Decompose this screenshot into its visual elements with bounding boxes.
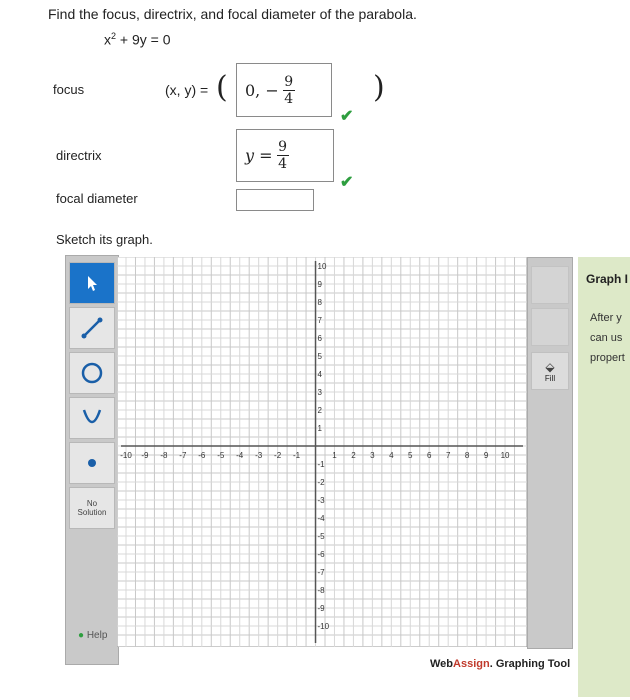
focus-answer-box[interactable]: 0, − 94	[236, 63, 332, 117]
focus-check-icon: ✔	[340, 108, 354, 125]
trash-tool-button[interactable]	[531, 308, 569, 346]
x-tick-label: 10	[501, 451, 510, 460]
x-tick-label: -4	[236, 451, 244, 460]
y-tick-label: 9	[318, 280, 323, 289]
no-solution-line2: Solution	[77, 508, 107, 517]
fill-label: Fill	[544, 373, 556, 383]
no-solution-line1: No	[86, 499, 98, 508]
directrix-answer-box[interactable]: y = 94	[236, 129, 334, 182]
x-tick-label: 3	[370, 451, 375, 460]
y-tick-label: -9	[318, 604, 326, 613]
focus-open-paren: (	[216, 70, 228, 105]
point-tool-button[interactable]	[69, 442, 115, 484]
y-tick-label: 5	[318, 352, 323, 361]
directrix-check-icon: ✔	[340, 174, 354, 191]
line-tool-button[interactable]	[69, 307, 115, 349]
parabola-equation: x2 + 9y = 0	[104, 31, 171, 48]
help-icon: ●	[78, 630, 85, 641]
y-tick-label: 6	[318, 334, 323, 343]
x-tick-label: -10	[120, 451, 132, 460]
line-icon	[81, 317, 103, 339]
x-tick-label: 6	[427, 451, 432, 460]
graph-toolbar: No Solution	[65, 255, 119, 665]
y-tick-label: -7	[318, 568, 326, 577]
question-prompt: Find the focus, directrix, and focal dia…	[48, 6, 417, 22]
y-tick-label: -10	[318, 622, 330, 631]
coordinate-graph[interactable]: -10 -9 -8 -7 -6 -5 -4 -3 -2 -1 1 2 3 4 5 6 7 8 9 10 10 9 8 7 6 5 4…	[117, 257, 527, 647]
x-tick-label: -2	[274, 451, 282, 460]
parabola-tool-button[interactable]	[69, 397, 115, 439]
x-tick-label: -7	[179, 451, 187, 460]
x-tick-label: 9	[484, 451, 489, 460]
x-tick-label: 8	[465, 451, 470, 460]
sketch-label: Sketch its graph.	[56, 232, 153, 247]
y-tick-label: 4	[318, 370, 323, 379]
circle-icon	[81, 362, 103, 384]
x-tick-label: -9	[141, 451, 149, 460]
graph-right-toolbar: ⬙ Fill	[527, 257, 573, 649]
directrix-answer: y = 94	[245, 139, 289, 172]
y-tick-label: -4	[318, 514, 326, 523]
y-tick-label: -6	[318, 550, 326, 559]
focal-diameter-label: focal diameter	[56, 191, 138, 206]
y-tick-label: 3	[318, 388, 323, 397]
x-tick-label: 2	[351, 451, 356, 460]
y-tick-label: 7	[318, 316, 323, 325]
pointer-icon	[88, 276, 97, 291]
fill-icon: ⬙	[545, 359, 555, 374]
pointer-tool-button[interactable]	[69, 262, 115, 304]
focus-label: focus	[53, 82, 85, 97]
y-tick-label: -3	[318, 496, 326, 505]
no-solution-button[interactable]: No Solution	[69, 487, 115, 529]
x-tick-label: -5	[217, 451, 225, 460]
focus-answer: 0, − 94	[245, 74, 295, 107]
point-icon	[88, 459, 96, 467]
zoom-tool-button[interactable]	[531, 266, 569, 304]
y-tick-label: -8	[318, 586, 326, 595]
y-tick-label: -5	[318, 532, 326, 541]
y-tick-label: 8	[318, 298, 323, 307]
y-tick-label: 2	[318, 406, 323, 415]
y-tick-label: 10	[318, 262, 327, 271]
x-tick-label: -6	[198, 451, 206, 460]
x-tick-label: 7	[446, 451, 451, 460]
fill-tool-button[interactable]: ⬙ Fill	[531, 352, 569, 390]
help-label: Help	[86, 630, 108, 641]
graph-info-line: propert	[590, 352, 625, 364]
x-tick-label: -3	[255, 451, 263, 460]
x-tick-label: -8	[160, 451, 168, 460]
x-tick-label: 1	[332, 451, 337, 460]
directrix-label: directrix	[56, 148, 102, 163]
help-link[interactable]: ● Help	[78, 630, 107, 641]
y-tick-label: -2	[318, 478, 326, 487]
focus-close-paren: )	[373, 70, 385, 105]
x-tick-label: 4	[389, 451, 394, 460]
focal-diameter-input[interactable]	[236, 189, 314, 211]
graph-info-line: After y	[590, 312, 622, 324]
x-tick-label: -1	[293, 451, 301, 460]
parabola-icon	[82, 409, 102, 424]
y-tick-label: 1	[318, 424, 323, 433]
focus-prefix: (x, y) =	[165, 82, 209, 98]
circle-tool-button[interactable]	[69, 352, 115, 394]
x-tick-label: 5	[408, 451, 413, 460]
graph-info-line: can us	[590, 332, 623, 344]
y-tick-label: -1	[318, 460, 326, 469]
webassign-footer: WebAssign. Graphing Tool	[430, 658, 571, 670]
graph-info-title: Graph I	[586, 272, 629, 286]
